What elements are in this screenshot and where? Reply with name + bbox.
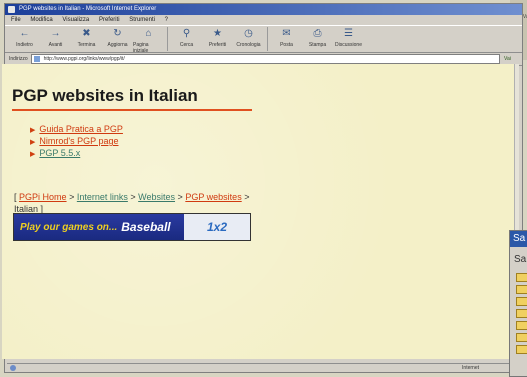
link-pgp-55x[interactable]: PGP 5.5.x — [39, 148, 80, 158]
mail-icon: ✉ — [282, 28, 291, 39]
home-label: Pagina iniziale — [133, 42, 149, 54]
refresh-button[interactable]: ↻ Aggiorna — [102, 26, 133, 53]
home-icon: ⌂ — [145, 28, 152, 39]
link-list: ▶ Guida Pratica a PGP ▶ Nimrod's PGP page … — [30, 124, 123, 160]
menu-help[interactable]: ? — [165, 17, 168, 23]
title-rule — [12, 109, 252, 111]
refresh-label: Aggiorna — [107, 42, 128, 48]
toolbar: ← Indietro → Avanti ✖ Termina ↻ Aggiorna ⌂ Pa… — [5, 25, 522, 54]
folder-icon[interactable] — [516, 333, 527, 342]
stop-button[interactable]: ✖ Termina — [71, 26, 102, 53]
address-input[interactable]: http://www.pgpi.org/links/www/pgp/it/ — [30, 54, 500, 64]
search-icon: ⚲ — [182, 28, 191, 39]
back-button[interactable]: ← Indietro — [9, 26, 40, 53]
title-bar[interactable]: PGP websites in Italian - Microsoft Inte… — [5, 4, 522, 15]
forward-arrow-icon: → — [50, 28, 61, 39]
favorites-button[interactable]: ★ Preferiti — [202, 26, 233, 53]
bullet-icon: ▶ — [30, 151, 36, 158]
page-icon — [33, 56, 40, 62]
search-button[interactable]: ⚲ Cerca — [171, 26, 202, 53]
forward-button[interactable]: → Avanti — [40, 26, 71, 53]
history-icon: ◷ — [244, 28, 253, 39]
search-label: Cerca — [179, 42, 194, 48]
banner-left: Play our games on... Baseball — [14, 214, 184, 240]
list-item: ▶ Nimrod's PGP page — [30, 136, 123, 148]
bracket-open: [ — [14, 192, 17, 202]
crumb-pgp-websites[interactable]: PGP websites — [185, 192, 241, 202]
stop-icon: ✖ — [82, 28, 91, 39]
folder-icon[interactable] — [516, 285, 527, 294]
discuss-icon: ☰ — [344, 28, 353, 39]
menu-favorites[interactable]: Preferiti — [99, 17, 120, 23]
print-icon: ⎙ — [313, 28, 322, 39]
banner-brand: 1x2 — [184, 214, 250, 240]
folder-icon[interactable] — [516, 273, 527, 282]
status-ie-icon — [10, 365, 16, 371]
crumb-websites[interactable]: Websites — [138, 192, 175, 202]
refresh-icon: ↻ — [113, 28, 122, 39]
save-dialog: Sa Sa — [509, 230, 527, 377]
bullet-icon: ▶ — [30, 127, 36, 134]
page-title: PGP websites in Italian — [12, 86, 198, 105]
home-button[interactable]: ⌂ Pagina iniziale — [133, 26, 164, 54]
history-label: Cronologia — [236, 42, 261, 48]
print-button[interactable]: ⎙ Stampa — [302, 26, 333, 53]
crumb-separator: > — [244, 192, 250, 202]
folder-icon[interactable] — [516, 321, 527, 330]
stop-label: Termina — [77, 42, 96, 48]
discuss-button[interactable]: ☰ Discussione — [333, 26, 364, 53]
breadcrumb: [ PGPi Home > Internet links > Websites … — [14, 191, 254, 215]
address-label: Indirizzo — [9, 56, 28, 62]
folder-list — [516, 273, 527, 357]
crumb-internet-links[interactable]: Internet links — [77, 192, 128, 202]
folder-icon[interactable] — [516, 309, 527, 318]
address-url: http://www.pgpi.org/links/www/pgp/it/ — [43, 56, 125, 62]
menu-view[interactable]: Visualizza — [62, 17, 89, 23]
go-button[interactable]: Vai — [500, 56, 522, 62]
folder-icon[interactable] — [516, 345, 527, 354]
screen: PGP Vai PGP websites in Italian - Micros… — [0, 0, 527, 377]
toolbar-separator — [267, 27, 268, 51]
favorites-icon: ★ — [213, 28, 222, 39]
link-nimrod[interactable]: Nimrod's PGP page — [39, 136, 118, 146]
folder-icon[interactable] — [516, 297, 527, 306]
crumb-separator: > — [130, 192, 136, 202]
toolbar-separator — [167, 27, 168, 51]
link-guida-pratica[interactable]: Guida Pratica a PGP — [39, 124, 123, 134]
dialog-title[interactable]: Sa — [510, 231, 527, 247]
menu-bar: File Modifica Visualizza Preferiti Strum… — [5, 15, 522, 25]
mail-button[interactable]: ✉ Posta — [271, 26, 302, 53]
status-bar: Internet — [7, 363, 519, 372]
bullet-icon: ▶ — [30, 139, 36, 146]
back-arrow-icon: ← — [19, 28, 30, 39]
status-zone: Internet — [462, 365, 479, 371]
crumb-separator: > — [69, 192, 75, 202]
ie-app-icon — [8, 6, 15, 13]
menu-file[interactable]: File — [11, 17, 21, 23]
page-content: PGP websites in Italian ▶ Guida Pratica a… — [2, 64, 514, 359]
history-button[interactable]: ◷ Cronologia — [233, 26, 264, 53]
ad-banner[interactable]: Play our games on... Baseball 1x2 — [13, 213, 251, 241]
menu-edit[interactable]: Modifica — [30, 17, 52, 23]
window-title: PGP websites in Italian - Microsoft Inte… — [19, 6, 157, 12]
favorites-label: Preferiti — [208, 42, 227, 48]
crumb-separator: > — [177, 192, 183, 202]
print-label: Stampa — [308, 42, 327, 48]
list-item: ▶ Guida Pratica a PGP — [30, 124, 123, 136]
mail-label: Posta — [280, 42, 293, 48]
discuss-label: Discussione — [335, 42, 362, 48]
forward-label: Avanti — [48, 42, 63, 48]
banner-play-text: Play our games on... — [20, 221, 118, 233]
crumb-home[interactable]: PGPi Home — [19, 192, 67, 202]
back-label: Indietro — [16, 42, 33, 48]
banner-game-text: Baseball — [121, 220, 171, 234]
list-item: ▶ PGP 5.5.x — [30, 148, 123, 160]
dialog-label: Sa — [514, 254, 527, 265]
menu-tools[interactable]: Strumenti — [129, 17, 155, 23]
